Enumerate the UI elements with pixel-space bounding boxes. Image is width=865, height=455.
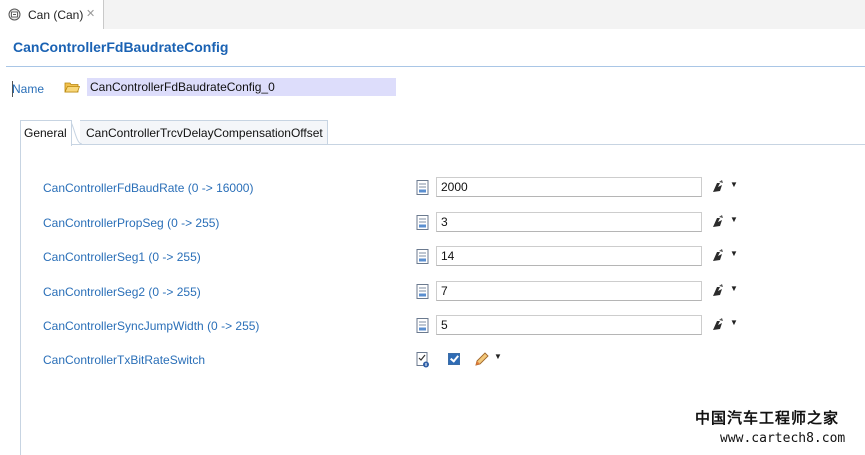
parameter-doc-icon[interactable] (416, 249, 429, 264)
parameter-doc-icon[interactable] (416, 180, 429, 195)
action-menu-icon[interactable] (710, 317, 726, 333)
editor-tab-strip: Can (Can) ✕ (0, 0, 865, 30)
param-label: CanControllerPropSeg (0 -> 255) (43, 216, 220, 230)
tx-bit-rate-switch-checkbox[interactable] (448, 353, 460, 365)
param-row-seg2: CanControllerSeg2 (0 -> 255) ▼ (0, 281, 865, 307)
tab-general-label: General (24, 126, 67, 140)
tab-general[interactable]: General (20, 120, 72, 146)
name-field[interactable] (87, 78, 396, 96)
tab-offset-label: CanControllerTrcvDelayCompensationOffset (86, 126, 323, 140)
param-row-seg1: CanControllerSeg1 (0 -> 255) ▼ (0, 246, 865, 272)
boolean-doc-icon[interactable] (416, 352, 430, 368)
can-module-icon (8, 8, 21, 21)
close-icon[interactable]: ✕ (86, 7, 95, 20)
param-row-tx-bit-rate-switch: CanControllerTxBitRateSwitch ▼ (0, 351, 865, 375)
param-label: CanControllerSeg1 (0 -> 255) (43, 250, 201, 264)
prop-seg-input[interactable] (436, 212, 702, 232)
fd-baud-rate-input[interactable] (436, 177, 702, 197)
name-label: Name (12, 82, 45, 96)
pencil-icon[interactable] (474, 351, 490, 367)
watermark-url: www.cartech8.com (720, 431, 846, 446)
action-menu-icon[interactable] (710, 179, 726, 195)
parameter-doc-icon[interactable] (416, 284, 429, 299)
action-menu-icon[interactable] (710, 248, 726, 264)
dropdown-caret-icon[interactable]: ▼ (730, 249, 738, 258)
dropdown-caret-icon[interactable]: ▼ (730, 284, 738, 293)
sync-jump-width-input[interactable] (436, 315, 702, 335)
param-label: CanControllerSyncJumpWidth (0 -> 255) (43, 319, 260, 333)
watermark-title: 中国汽车工程师之家 (695, 409, 840, 427)
folder-icon[interactable] (64, 80, 81, 94)
seg2-input[interactable] (436, 281, 702, 301)
param-row-sync-jump-width: CanControllerSyncJumpWidth (0 -> 255) ▼ (0, 315, 865, 341)
page-title: CanControllerFdBaudrateConfig (13, 39, 229, 55)
param-label: CanControllerSeg2 (0 -> 255) (43, 285, 201, 299)
editor-tab-label: Can (Can) (28, 8, 84, 22)
header-divider (6, 66, 865, 67)
action-menu-icon[interactable] (710, 214, 726, 230)
tab-trcv-delay-compensation-offset[interactable]: CanControllerTrcvDelayCompensationOffset (80, 120, 328, 145)
param-label: CanControllerTxBitRateSwitch (43, 353, 206, 367)
action-menu-icon[interactable] (710, 283, 726, 299)
editor-tab-can[interactable]: Can (Can) ✕ (0, 0, 104, 29)
dropdown-caret-icon[interactable]: ▼ (730, 215, 738, 224)
parameter-doc-icon[interactable] (416, 215, 429, 230)
param-row-fd-baud-rate: CanControllerFdBaudRate (0 -> 16000) ▼ (0, 177, 865, 203)
dropdown-caret-icon[interactable]: ▼ (494, 352, 502, 361)
dropdown-caret-icon[interactable]: ▼ (730, 318, 738, 327)
dropdown-caret-icon[interactable]: ▼ (730, 180, 738, 189)
param-label: CanControllerFdBaudRate (0 -> 16000) (43, 181, 254, 195)
param-row-prop-seg: CanControllerPropSeg (0 -> 255) ▼ (0, 212, 865, 238)
parameter-doc-icon[interactable] (416, 318, 429, 333)
seg1-input[interactable] (436, 246, 702, 266)
